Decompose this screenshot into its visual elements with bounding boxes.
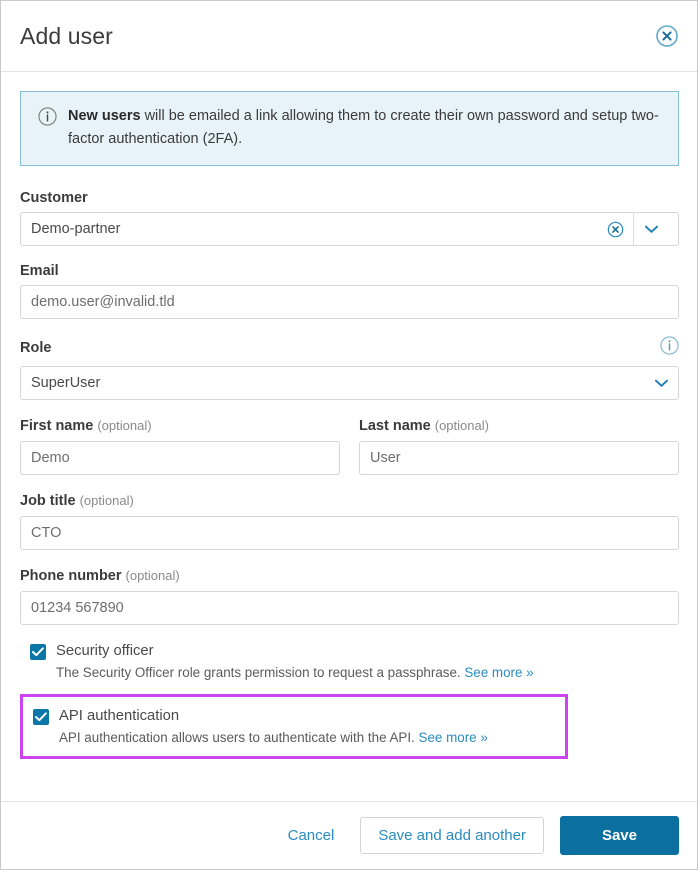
dialog-body: New users will be emailed a link allowin… [1, 72, 697, 801]
first-name-field[interactable]: Demo [20, 441, 340, 475]
job-title-field-value: CTO [31, 525, 62, 541]
last-name-field-value: User [370, 450, 401, 466]
field-last-name: Last name (optional) User [359, 417, 679, 475]
field-last-name-label-row: Last name (optional) [359, 417, 679, 435]
field-phone-number-label-group: Phone number (optional) [20, 567, 180, 585]
field-job-title-label-row: Job title (optional) [20, 492, 679, 510]
info-banner-body: will be emailed a link allowing them to … [68, 108, 659, 147]
customer-select[interactable]: Demo-partner [20, 212, 679, 246]
info-banner-bold-lead: New users [68, 108, 141, 124]
field-email-label: Email [20, 263, 59, 279]
cancel-button[interactable]: Cancel [278, 819, 345, 852]
dialog-footer: Cancel Save and add another Save [1, 801, 697, 869]
clear-circle-icon[interactable] [607, 221, 624, 238]
customer-select-affix [607, 213, 668, 245]
field-role: Role SuperUser [20, 336, 679, 400]
field-job-title-label: Job title [20, 493, 76, 509]
name-row: First name (optional) Demo Last name (opti… [20, 417, 679, 492]
first-name-field-value: Demo [31, 450, 70, 466]
api-authentication-highlight: API authentication API authentication al… [20, 694, 568, 759]
email-field[interactable]: demo.user@invalid.tld [20, 285, 679, 319]
checkbox-api-authentication[interactable]: API authentication API authentication al… [31, 707, 555, 747]
security-officer-description-text: The Security Officer role grants permiss… [56, 665, 461, 680]
api-authentication-checkbox[interactable] [33, 709, 49, 725]
chevron-down-icon[interactable] [647, 379, 668, 388]
field-first-name-label-group: First name (optional) [20, 417, 152, 435]
field-customer-label-row: Customer [20, 190, 679, 206]
field-phone-number: Phone number (optional) 01234 567890 [20, 567, 679, 625]
page-title: Add user [20, 22, 113, 49]
api-authentication-title: API authentication [59, 708, 180, 724]
api-authentication-texts: API authentication API authentication al… [59, 707, 555, 747]
field-first-name-label: First name [20, 418, 94, 434]
dialog-header: Add user [1, 1, 697, 72]
api-authentication-description: API authentication allows users to authe… [59, 729, 555, 747]
field-last-name-optional: (optional) [434, 418, 489, 433]
security-officer-texts: Security officer The Security Officer ro… [56, 642, 679, 682]
security-officer-wrap: Security officer The Security Officer ro… [20, 642, 679, 682]
field-role-label: Role [20, 340, 52, 356]
security-officer-see-more-link[interactable]: See more » [464, 665, 533, 680]
job-title-field[interactable]: CTO [20, 516, 679, 550]
field-phone-number-label: Phone number [20, 568, 122, 584]
checkbox-security-officer[interactable]: Security officer The Security Officer ro… [28, 642, 679, 682]
security-officer-description: The Security Officer role grants permiss… [56, 664, 679, 682]
checkbox-group: Security officer The Security Officer ro… [20, 642, 679, 759]
field-first-name: First name (optional) Demo [20, 417, 340, 475]
field-first-name-label-row: First name (optional) [20, 417, 340, 435]
field-role-label-row: Role [20, 336, 679, 360]
last-name-field[interactable]: User [359, 441, 679, 475]
field-email: Email demo.user@invalid.tld [20, 263, 679, 319]
field-first-name-optional: (optional) [97, 418, 152, 433]
field-phone-number-optional: (optional) [125, 568, 180, 583]
info-banner-text: New users will be emailed a link allowin… [68, 105, 664, 151]
save-button[interactable]: Save [559, 816, 679, 855]
role-select-value: SuperUser [31, 375, 101, 391]
save-and-add-another-button[interactable]: Save and add another [360, 817, 544, 854]
chevron-down-icon[interactable] [634, 213, 668, 245]
api-authentication-description-text: API authentication allows users to authe… [59, 730, 415, 745]
field-last-name-label-group: Last name (optional) [359, 417, 489, 435]
info-banner: New users will be emailed a link allowin… [20, 91, 679, 166]
field-last-name-label: Last name [359, 418, 431, 434]
field-customer: Customer Demo-partner [20, 190, 679, 246]
email-field-value: demo.user@invalid.tld [31, 294, 175, 310]
security-officer-title: Security officer [56, 643, 154, 659]
field-job-title: Job title (optional) CTO [20, 492, 679, 550]
add-user-dialog: Add user New users will be emailed a lin… [0, 0, 698, 870]
field-job-title-label-group: Job title (optional) [20, 492, 134, 510]
info-circle-icon [38, 107, 57, 131]
field-phone-number-label-row: Phone number (optional) [20, 567, 679, 585]
security-officer-checkbox[interactable] [30, 644, 46, 660]
role-select[interactable]: SuperUser [20, 366, 679, 400]
role-info-icon[interactable] [660, 336, 679, 360]
phone-number-field-value: 01234 567890 [31, 600, 124, 616]
api-authentication-see-more-link[interactable]: See more » [419, 730, 488, 745]
field-customer-label: Customer [20, 190, 88, 206]
close-icon[interactable] [655, 24, 679, 48]
field-job-title-optional: (optional) [79, 493, 134, 508]
field-email-label-row: Email [20, 263, 679, 279]
phone-number-field[interactable]: 01234 567890 [20, 591, 679, 625]
customer-select-value: Demo-partner [31, 221, 121, 237]
